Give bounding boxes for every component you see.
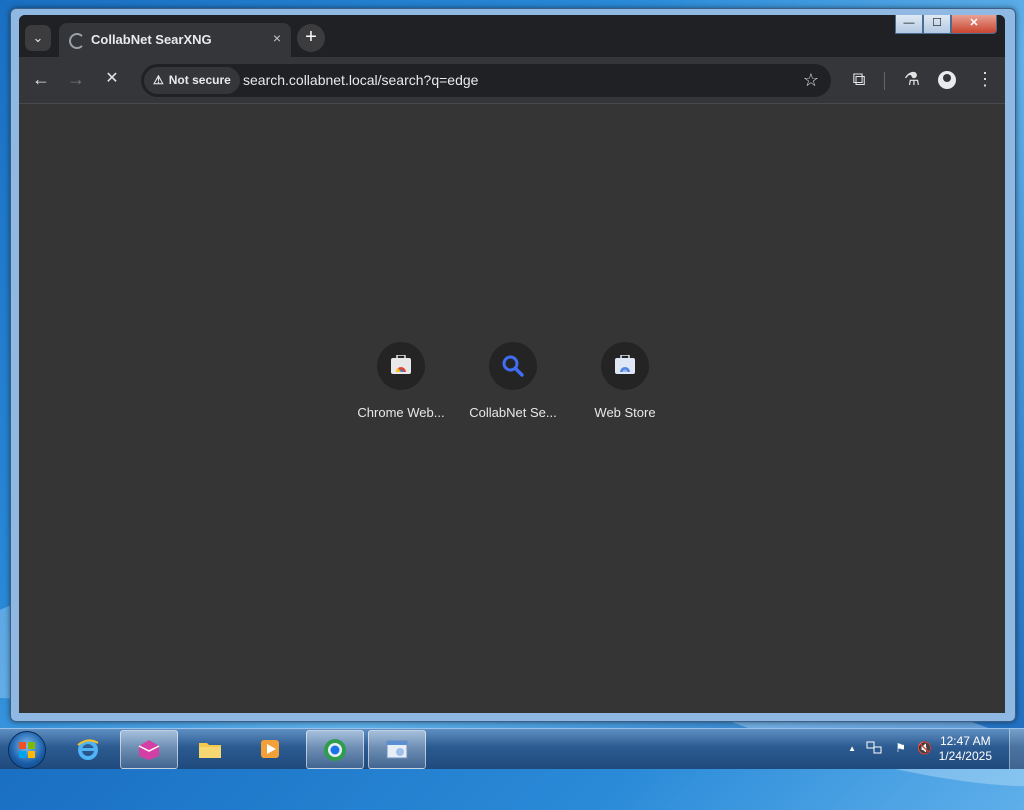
- network-icon[interactable]: [866, 741, 882, 755]
- window-controls: — ☐ ✕: [895, 15, 997, 35]
- browser-toolbar: ← → ✕ ⚠ Not secure search.collabnet.local…: [19, 57, 1005, 104]
- browser-window: ⌄ CollabNet SearXNG × + — ☐ ✕ ← → ✕ ⚠ Not s…: [10, 8, 1016, 722]
- page-content: Chrome Web... CollabNet Se... Web Store: [19, 104, 1005, 713]
- close-window-button[interactable]: ✕: [951, 15, 997, 34]
- shortcut-label: Web Store: [594, 405, 656, 420]
- site-security-chip[interactable]: ⚠ Not secure: [144, 67, 240, 94]
- shortcut-label: CollabNet Se...: [469, 405, 557, 420]
- shortcut-tiles: Chrome Web... CollabNet Se... Web Store: [345, 342, 685, 432]
- chrome-web-store-icon: [377, 342, 425, 390]
- new-tab-button[interactable]: +: [297, 24, 325, 52]
- labs-flask-icon[interactable]: ⚗: [901, 69, 923, 89]
- shortcut-chrome-web-store[interactable]: Chrome Web...: [345, 342, 457, 420]
- internet-explorer-icon[interactable]: [60, 730, 116, 767]
- clock-time: 12:47 AM: [939, 734, 991, 748]
- chrome-icon[interactable]: [306, 730, 364, 769]
- start-button[interactable]: [8, 731, 46, 769]
- window-app-icon[interactable]: [368, 730, 426, 769]
- extensions-icon[interactable]: ⧉: [848, 69, 870, 89]
- back-button[interactable]: ←: [30, 69, 52, 89]
- maximize-button[interactable]: ☐: [923, 15, 951, 34]
- clock[interactable]: 12:47 AM 1/24/2025: [939, 734, 992, 764]
- chrome-frame: ⌄ CollabNet SearXNG × + — ☐ ✕ ← → ✕ ⚠ Not s…: [19, 15, 1005, 713]
- profile-avatar-icon[interactable]: [938, 71, 956, 89]
- clock-date: 1/24/2025: [938, 749, 992, 763]
- address-bar[interactable]: ⚠ Not secure search.collabnet.local/searc…: [141, 64, 831, 97]
- volume-muted-icon[interactable]: 🔇: [917, 741, 932, 755]
- bookmark-star-icon[interactable]: ☆: [803, 70, 819, 91]
- tab-collabnet-searxng[interactable]: CollabNet SearXNG ×: [59, 23, 291, 57]
- show-desktop-button[interactable]: [1009, 729, 1024, 769]
- action-center-flag-icon[interactable]: ⚑: [895, 741, 906, 755]
- loading-spinner-icon: [69, 33, 85, 49]
- windows-logo-icon: [19, 742, 35, 758]
- taskbar: ▲ ⚑ 🔇 12:47 AM 1/24/2025: [0, 728, 1024, 769]
- tab-search-button[interactable]: ⌄: [25, 25, 51, 51]
- shortcut-label: Chrome Web...: [357, 405, 445, 420]
- tab-title: CollabNet SearXNG: [91, 32, 212, 47]
- url-text[interactable]: search.collabnet.local/search?q=edge: [243, 72, 478, 88]
- minimize-button[interactable]: —: [895, 15, 923, 34]
- search-magnifier-icon: [489, 342, 537, 390]
- warning-icon: ⚠: [153, 73, 164, 87]
- toolbar-divider: [884, 72, 885, 90]
- file-explorer-icon[interactable]: [182, 730, 238, 767]
- forward-button[interactable]: →: [65, 69, 87, 89]
- web-store-icon: [601, 342, 649, 390]
- media-player-icon[interactable]: [242, 730, 298, 767]
- shortcut-web-store[interactable]: Web Store: [569, 342, 681, 420]
- tab-close-icon[interactable]: ×: [273, 30, 281, 46]
- app-icon-pink[interactable]: [120, 730, 178, 769]
- shortcut-collabnet-search[interactable]: CollabNet Se...: [457, 342, 569, 420]
- stop-loading-button[interactable]: ✕: [101, 69, 123, 89]
- menu-kebab-icon[interactable]: ⋮: [974, 69, 996, 89]
- security-label: Not secure: [168, 73, 231, 87]
- show-hidden-icons-button[interactable]: ▲: [848, 744, 856, 753]
- tab-strip: ⌄ CollabNet SearXNG × + — ☐ ✕: [19, 15, 1005, 57]
